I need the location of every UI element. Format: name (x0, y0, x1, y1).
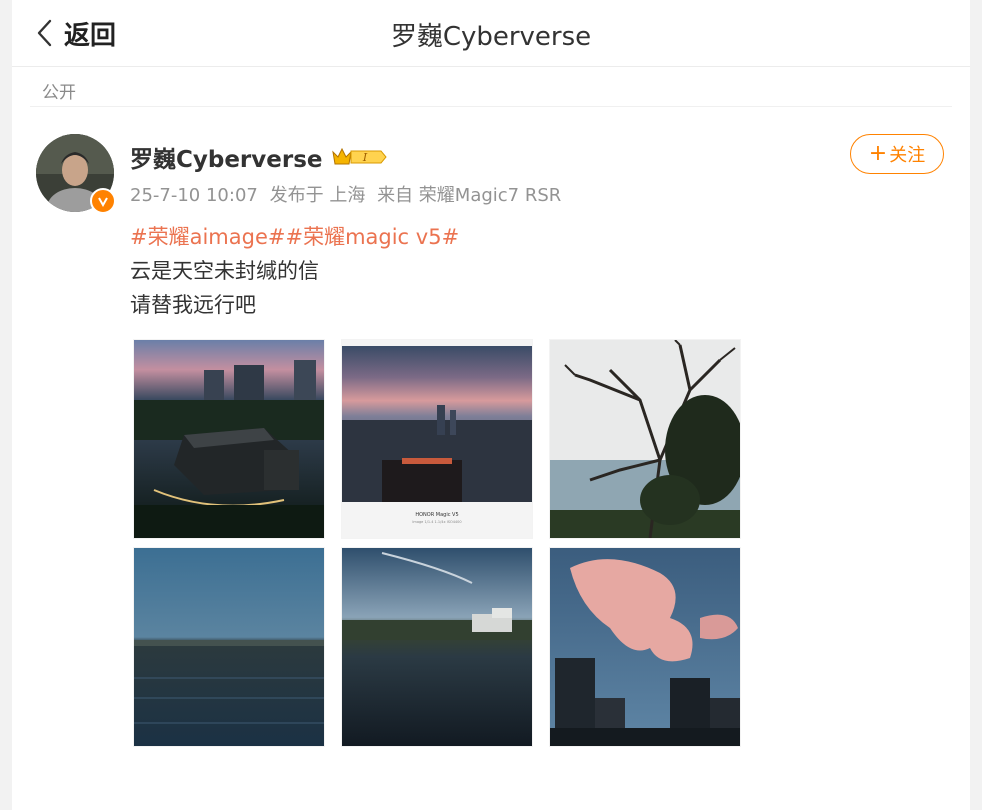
top-bar: 返回 罗巍Cyberverse (12, 0, 970, 67)
photo-thumbnail-6[interactable] (550, 548, 740, 746)
hashtags-link[interactable]: #荣耀aimage##荣耀magic v5# (130, 220, 459, 254)
photo-thumbnail-4[interactable] (134, 548, 324, 746)
post-meta: 25-7-10 10:07 发布于 上海 来自 荣耀Magic7 RSR (130, 181, 567, 207)
follow-label: 关注 (889, 145, 926, 166)
photo-grid: HONOR Magic V5 Image 1/1.4 1.1/4x ISO440… (134, 340, 740, 746)
photo-thumbnail-1[interactable] (134, 340, 324, 538)
post-text-line-2: 请替我远行吧 (130, 293, 256, 317)
visibility-label: 公开 (42, 83, 76, 103)
page-title: 罗巍Cyberverse (390, 22, 592, 52)
verified-v-icon (90, 188, 116, 214)
level-badge: I (361, 151, 367, 164)
post-content: #荣耀aimage##荣耀magic v5# 云是天空未封缄的信 请替我远行吧 (130, 220, 459, 322)
photo-caption: HONOR Magic V5 (415, 512, 458, 518)
plus-icon: + (868, 141, 888, 166)
photo-thumbnail-2[interactable]: HONOR Magic V5 Image 1/1.4 1.1/4x ISO440… (342, 340, 532, 538)
post-time[interactable]: 25-7-10 10:07 (130, 185, 258, 206)
author-name[interactable]: 罗巍Cyberverse (130, 140, 323, 174)
post-card: 返回 罗巍Cyberverse 公开 罗巍Cyberverse I 25-7-1… (12, 0, 970, 810)
photo-thumbnail-3[interactable] (550, 340, 740, 538)
divider (30, 106, 952, 107)
crown-icon[interactable]: I (331, 145, 387, 169)
photo-thumbnail-5[interactable] (342, 548, 532, 746)
avatar[interactable] (36, 134, 116, 214)
post-device: 来自 荣耀Magic7 RSR (377, 185, 562, 206)
post-location: 发布于 上海 (269, 185, 366, 206)
author-row: 罗巍Cyberverse I (130, 140, 387, 174)
follow-button[interactable]: + 关注 (850, 134, 944, 174)
post-text-line-1: 云是天空未封缄的信 (130, 259, 319, 283)
photo-caption-sub: Image 1/1.4 1.1/4x ISO4400 (412, 520, 461, 524)
